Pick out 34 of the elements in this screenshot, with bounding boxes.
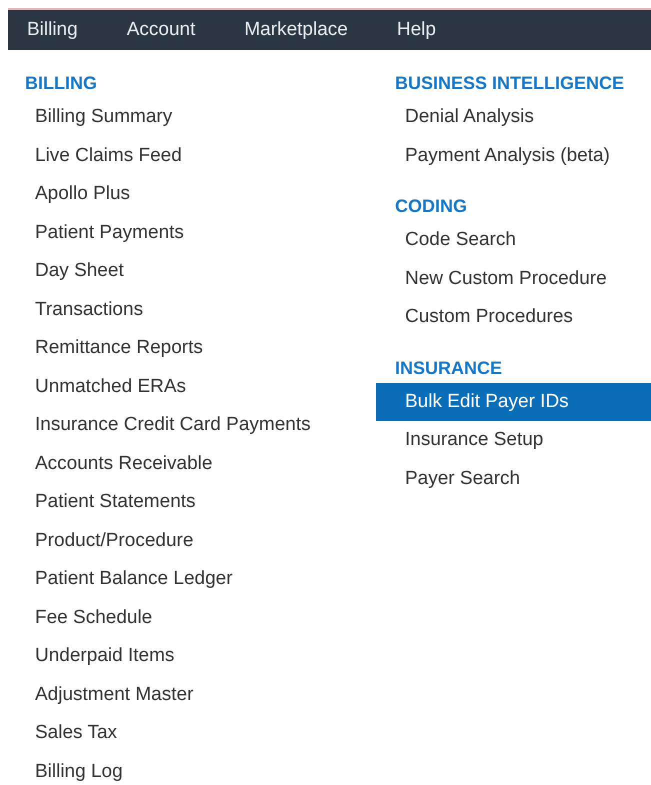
menu-item[interactable]: Accounts Receivable — [8, 444, 376, 483]
menu-item[interactable]: Patient Balance Ledger — [8, 560, 376, 598]
section-heading: CODING — [394, 195, 468, 218]
menu-bar-item[interactable]: Account — [108, 10, 220, 50]
menu-bar-item[interactable]: Billing — [8, 10, 102, 50]
menu-item[interactable]: Product/Procedure — [8, 522, 376, 560]
menu-bar-item[interactable]: Marketplace — [225, 10, 372, 50]
menu-item[interactable]: Underpaid Items — [8, 637, 376, 676]
menu-item[interactable]: Day Sheet — [8, 252, 376, 290]
menu-item[interactable]: Transactions — [8, 290, 376, 329]
menu-item[interactable]: Bulk Edit Payer IDs — [376, 382, 651, 421]
section-heading: BUSINESS INTELLIGENCE — [394, 72, 626, 95]
section-heading: BILLING — [24, 72, 98, 95]
menu-item[interactable]: Unmatched ERAs — [8, 368, 376, 406]
menu-item[interactable]: Payment Analysis (beta) — [376, 136, 651, 175]
menu-item[interactable]: Insurance Setup — [376, 421, 651, 460]
menu-item[interactable]: Remittance Reports — [8, 329, 376, 368]
menu-item[interactable]: Patient Payments — [8, 214, 376, 252]
menu-item[interactable]: Patient Statements — [8, 483, 376, 522]
menu-item[interactable]: Fee Schedule — [8, 598, 376, 637]
section-heading: INSURANCE — [394, 356, 504, 380]
menu-item[interactable]: Code Search — [376, 221, 651, 260]
menu-item[interactable]: Insurance Credit Card Payments — [8, 406, 376, 444]
menu-item[interactable]: Adjustment Master — [8, 676, 376, 714]
menu-item[interactable]: Sales Tax — [8, 714, 376, 752]
menu-item[interactable]: Payer Search — [376, 460, 651, 498]
menu-item[interactable]: New Custom Procedure — [376, 260, 651, 298]
menu-item[interactable]: Billing Summary — [8, 98, 376, 136]
menu-item[interactable]: Custom Procedures — [376, 298, 651, 336]
menu-item[interactable]: Denial Analysis — [376, 98, 651, 136]
menu-bar-item[interactable]: Help — [378, 10, 460, 50]
menu-item[interactable]: Live Claims Feed — [8, 136, 376, 175]
menu-item[interactable]: Billing Log — [8, 752, 376, 785]
menu-item[interactable]: Apollo Plus — [8, 175, 376, 214]
